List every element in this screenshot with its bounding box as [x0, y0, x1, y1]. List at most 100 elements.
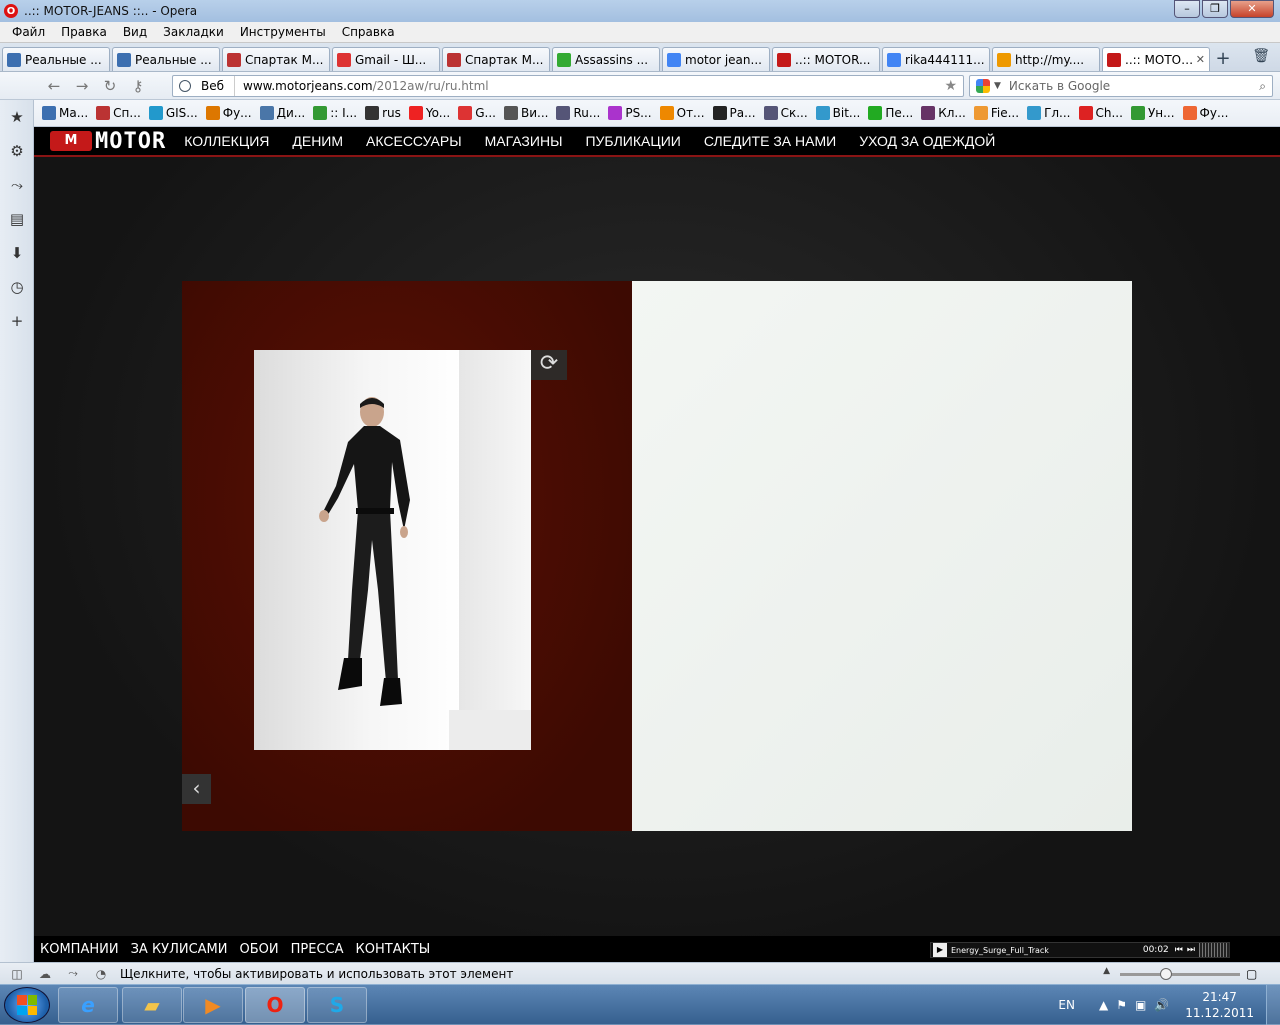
zoom-track[interactable] — [1120, 967, 1240, 980]
browser-tab[interactable]: Реальные ... — [2, 47, 110, 71]
previous-page-button[interactable]: ‹ — [182, 774, 211, 804]
bookmark-star-icon[interactable]: ★ — [944, 78, 957, 94]
history-icon[interactable]: ◷ — [0, 270, 34, 304]
bookmark-item[interactable]: Ра... — [712, 106, 756, 120]
footer-company[interactable]: КОМПАНИИ — [40, 942, 119, 957]
browser-tab[interactable]: Assassins ... — [552, 47, 660, 71]
minimize-button[interactable]: – — [1174, 0, 1200, 18]
internet-explorer-icon[interactable]: e — [58, 987, 118, 1023]
gear-icon[interactable]: ⚙ — [0, 134, 34, 168]
bookmark-item[interactable]: Fie... — [973, 106, 1019, 120]
browser-tab[interactable]: http://my.... — [992, 47, 1100, 71]
browser-tab[interactable]: ..:: MOTOR... — [772, 47, 880, 71]
show-desktop-button[interactable] — [1266, 985, 1280, 1025]
tray-chevron-icon[interactable]: ▲ — [1099, 998, 1108, 1012]
nav-follow-us[interactable]: СЛЕДИТЕ ЗА НАМИ — [704, 133, 836, 149]
menu-bookmarks[interactable]: Закладки — [155, 25, 232, 39]
cloud-icon[interactable]: ☁ — [34, 967, 56, 981]
bookmark-item[interactable]: G... — [458, 106, 496, 120]
key-icon[interactable]: ⚷ — [124, 77, 152, 95]
chevron-down-icon[interactable]: ▼ — [994, 81, 1001, 91]
play-icon[interactable]: ▶ — [933, 943, 947, 957]
unite-icon[interactable]: ⤳ — [62, 966, 84, 981]
menu-tools[interactable]: Инструменты — [232, 25, 334, 39]
nav-denim[interactable]: ДЕНИМ — [292, 133, 343, 149]
star-icon[interactable]: ★ — [0, 100, 34, 134]
reload-button[interactable]: ↻ — [96, 77, 124, 95]
bookmark-item[interactable]: Yo... — [408, 106, 450, 120]
nav-clothing-care[interactable]: УХОД ЗА ОДЕЖДОЙ — [859, 133, 995, 149]
skype-icon[interactable]: S — [307, 987, 367, 1023]
start-button[interactable] — [4, 987, 50, 1023]
bookmark-item[interactable]: GIS... — [148, 106, 198, 120]
share-icon[interactable]: ⤳ — [0, 168, 34, 202]
opera-taskbar-icon[interactable]: O — [245, 987, 305, 1023]
browser-tab[interactable]: motor jean... — [662, 47, 770, 71]
browser-tab[interactable]: Спартак М... — [222, 47, 330, 71]
trash-icon[interactable]: 🗑 — [1252, 48, 1270, 64]
browser-tab[interactable]: Спартак М... — [442, 47, 550, 71]
download-icon[interactable]: ⬇ — [0, 236, 34, 270]
next-track-icon[interactable]: ⏭ — [1187, 945, 1195, 955]
bookmark-item[interactable]: Ru... — [556, 106, 600, 120]
bookmark-item[interactable]: Кл... — [921, 106, 966, 120]
bookmark-item[interactable]: Ун... — [1130, 106, 1175, 120]
nav-accessories[interactable]: АКСЕССУАРЫ — [366, 133, 462, 149]
speed-dial-icon[interactable]: ◔ — [90, 967, 112, 981]
nav-publications[interactable]: ПУБЛИКАЦИИ — [585, 133, 680, 149]
menu-help[interactable]: Справка — [334, 25, 403, 39]
brand-logo[interactable]: M MOTOR — [50, 129, 166, 154]
footer-contacts[interactable]: КОНТАКТЫ — [356, 942, 431, 957]
plus-icon[interactable]: + — [0, 304, 34, 338]
menu-edit[interactable]: Правка — [53, 25, 115, 39]
bookmark-item[interactable]: От... — [659, 106, 705, 120]
url-text[interactable]: www.motorjeans.com/2012aw/ru/ru.html — [235, 79, 489, 93]
menu-view[interactable]: Вид — [115, 25, 155, 39]
bookmark-item[interactable]: Ви... — [503, 106, 548, 120]
volume-icon[interactable]: 🔊 — [1154, 998, 1169, 1012]
forward-button[interactable]: → — [68, 77, 96, 95]
maximize-button[interactable]: ❐ — [1202, 0, 1228, 18]
media-player-icon[interactable]: ▶ — [183, 987, 243, 1023]
bookmark-item[interactable]: Фу... — [205, 106, 252, 120]
explorer-folder-icon[interactable]: ▰ — [122, 987, 182, 1023]
browser-tab[interactable]: Gmail - Ш... — [332, 47, 440, 71]
footer-wallpapers[interactable]: ОБОИ — [240, 942, 279, 957]
footer-press[interactable]: ПРЕССА — [291, 942, 344, 957]
nav-stores[interactable]: МАГАЗИНЫ — [485, 133, 563, 149]
bookmark-item[interactable]: Ма... — [42, 106, 88, 120]
browser-tab[interactable]: Реальные ... — [112, 47, 220, 71]
panel-toggle-icon[interactable]: ◫ — [6, 967, 28, 981]
menu-file[interactable]: Файл — [4, 25, 53, 39]
action-center-icon[interactable]: ⚑ — [1116, 998, 1127, 1012]
bookmark-item[interactable]: Пе... — [868, 106, 913, 120]
zoom-knob[interactable] — [1160, 967, 1172, 980]
site-mode-badge[interactable]: Веб — [173, 76, 236, 96]
search-field[interactable]: ▼ Искать в Google ⌕ — [969, 75, 1273, 97]
bookmark-item[interactable]: PS... — [608, 106, 652, 120]
bookmark-item[interactable]: Сп... — [96, 106, 141, 120]
bookmark-item[interactable]: Фу... — [1182, 106, 1228, 120]
close-tab-icon[interactable]: ✕ — [1194, 53, 1205, 66]
network-icon[interactable]: ▣ — [1135, 998, 1146, 1012]
bookmark-item[interactable]: Ch... — [1078, 106, 1123, 120]
view-icon[interactable]: ▢ — [1246, 967, 1257, 981]
bookmark-item[interactable]: :: I... — [313, 106, 357, 120]
bookmark-item[interactable]: Ди... — [259, 106, 305, 120]
footer-backstage[interactable]: ЗА КУЛИСАМИ — [131, 942, 228, 957]
address-field[interactable]: Веб www.motorjeans.com/2012aw/ru/ru.html… — [172, 75, 964, 97]
bookmark-item[interactable]: Гл... — [1027, 106, 1071, 120]
browser-tab[interactable]: rika444111... — [882, 47, 990, 71]
clock[interactable]: 21:47 11.12.2011 — [1185, 989, 1254, 1021]
bookmark-item[interactable]: Bit... — [815, 106, 860, 120]
back-button[interactable]: ← — [40, 77, 68, 95]
rotate-icon[interactable]: ⟳ — [531, 350, 567, 380]
search-icon[interactable]: ⌕ — [1259, 79, 1266, 94]
zoom-menu-icon[interactable]: ▲ — [1103, 966, 1110, 976]
browser-tab[interactable]: ..:: MOTOR... ✕ — [1102, 47, 1210, 71]
previous-track-icon[interactable]: ⏮ — [1175, 945, 1183, 955]
notes-icon[interactable]: ▤ — [0, 202, 34, 236]
model-photo[interactable] — [254, 350, 531, 750]
language-indicator[interactable]: EN — [1058, 998, 1075, 1012]
new-tab-button[interactable]: + — [1212, 49, 1234, 71]
